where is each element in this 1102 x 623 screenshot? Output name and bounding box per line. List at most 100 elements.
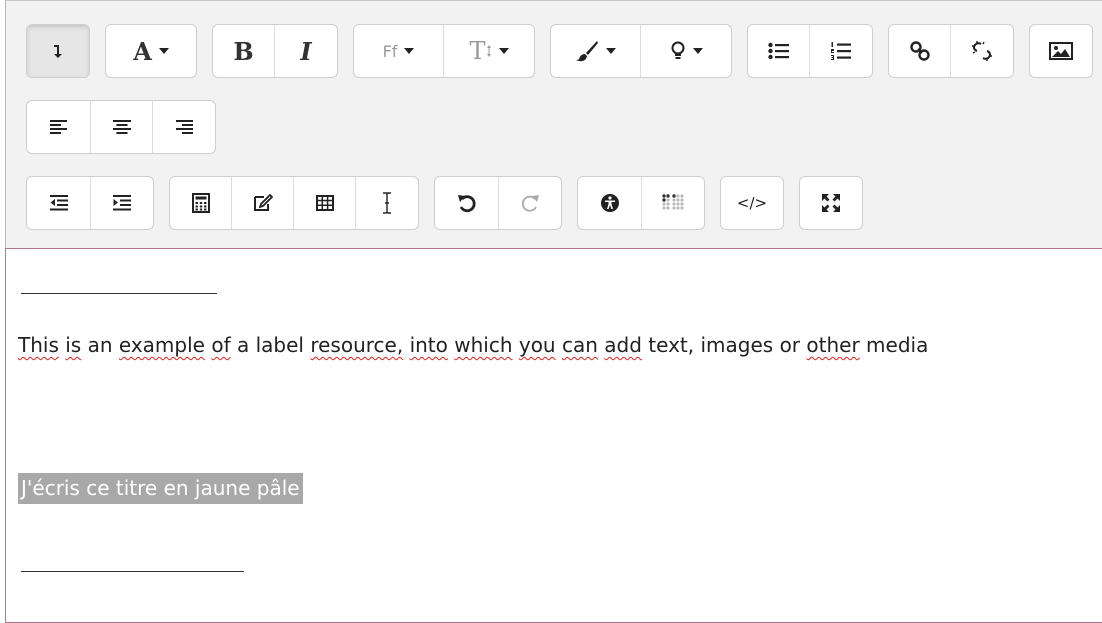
- special-characters-button[interactable]: [232, 177, 294, 229]
- text-color-icon: A: [133, 36, 152, 66]
- toolbar-group-align: [26, 100, 216, 154]
- undo-button[interactable]: [435, 177, 499, 229]
- chevron-down-icon: [158, 48, 169, 54]
- horizontal-rule-bottom: [21, 571, 244, 572]
- font-size-button[interactable]: T: [444, 25, 534, 77]
- toolbar-group-collapse: [26, 24, 90, 78]
- font-color-button[interactable]: A: [106, 25, 196, 77]
- font-size-glyph: T: [469, 37, 486, 65]
- equation-button[interactable]: [170, 177, 232, 229]
- text-cursor-icon: [380, 191, 394, 215]
- image-icon: [1049, 41, 1073, 61]
- chevron-down-icon: [606, 48, 616, 54]
- redo-icon: [520, 193, 540, 213]
- paragraph-word: media: [866, 333, 929, 357]
- indent-icon: [113, 195, 131, 211]
- italic-icon: I: [300, 36, 312, 66]
- table-icon: [315, 195, 334, 211]
- paragraph-word: is: [65, 333, 82, 357]
- toolbar-group-indent: [26, 176, 154, 230]
- show-more-buttons-button[interactable]: [27, 25, 89, 77]
- horizontal-rule-top: [21, 293, 217, 294]
- toolbar-group-accessibility: [577, 176, 705, 230]
- html-button[interactable]: </>: [721, 177, 783, 229]
- label-paragraph: This is an example of a label resource, …: [18, 331, 928, 359]
- highlight-button[interactable]: [641, 25, 731, 77]
- bold-icon: B: [233, 36, 254, 66]
- lightbulb-icon: [670, 40, 686, 62]
- indent-button[interactable]: [91, 177, 153, 229]
- toolbar-group-html: </>: [720, 176, 784, 230]
- paragraph-word: or: [779, 333, 801, 357]
- paintbrush-icon: [575, 40, 599, 62]
- paragraph-word: into: [409, 333, 448, 357]
- background-color-button[interactable]: [551, 25, 641, 77]
- accessibility-icon: [600, 193, 620, 213]
- calculator-icon: [191, 193, 210, 213]
- chevron-down-icon: [404, 48, 415, 54]
- toolbar-group-fullscreen: [799, 176, 863, 230]
- paragraph-word: resource,: [310, 333, 404, 357]
- chevron-down-icon: [692, 48, 703, 54]
- toolbar-group-color: [550, 24, 732, 78]
- braille-icon: [662, 194, 684, 212]
- redo-button[interactable]: [499, 177, 561, 229]
- link-icon: [909, 40, 931, 62]
- toolbar-row-3: </>: [26, 176, 878, 230]
- unordered-list-button[interactable]: [748, 25, 810, 77]
- rich-text-editor: A B I Ff T </> This is an example of a l…: [5, 0, 1102, 623]
- paragraph-word: can: [561, 333, 598, 357]
- align-right-button[interactable]: [153, 101, 215, 153]
- toolbar-group-insert: [169, 176, 419, 230]
- link-button[interactable]: [889, 25, 951, 77]
- code-icon: </>: [736, 194, 768, 212]
- unlink-button[interactable]: [951, 25, 1013, 77]
- font-family-icon: Ff: [382, 41, 398, 61]
- font-size-icon: T: [469, 37, 491, 65]
- toolbar-group-history: [434, 176, 562, 230]
- paragraph-word: of: [211, 333, 231, 357]
- paragraph-word: an: [87, 333, 113, 357]
- paragraph-word: label: [255, 333, 304, 357]
- highlighted-title: J'écris ce titre en jaune pâle: [18, 473, 303, 504]
- numbered-list-icon: [830, 41, 852, 61]
- accessibility-checker-button[interactable]: [578, 177, 642, 229]
- italic-button[interactable]: I: [275, 25, 337, 77]
- toolbar-group-media: [1029, 24, 1093, 78]
- paragraph-word: add: [604, 333, 642, 357]
- toolbar-row-1: A B I Ff T: [26, 24, 1093, 78]
- arrow-down-icon: [51, 42, 65, 60]
- edit-icon: [253, 194, 273, 212]
- fullscreen-button[interactable]: [800, 177, 862, 229]
- chevron-down-icon: [498, 48, 509, 54]
- toolbar-group-fontcolor: A: [105, 24, 197, 78]
- expand-icon: [821, 193, 841, 213]
- paragraph-word: other: [806, 333, 860, 357]
- editor-content-area[interactable]: This is an example of a label resource, …: [5, 248, 1102, 623]
- unlink-icon: [971, 40, 993, 62]
- paragraph-word: text,: [648, 333, 695, 357]
- align-center-icon: [112, 119, 131, 135]
- outdent-button[interactable]: [27, 177, 91, 229]
- paragraph-word: which: [454, 333, 513, 357]
- paragraph-word: example: [118, 333, 205, 357]
- screenreader-helper-button[interactable]: [642, 177, 704, 229]
- clear-formatting-button[interactable]: [356, 177, 418, 229]
- paragraph-word: This: [18, 333, 59, 357]
- align-right-icon: [175, 119, 193, 135]
- toolbar-group-links: [888, 24, 1014, 78]
- undo-icon: [457, 193, 477, 213]
- align-center-button[interactable]: [91, 101, 153, 153]
- image-button[interactable]: [1030, 25, 1092, 77]
- ordered-list-button[interactable]: [810, 25, 872, 77]
- paragraph-word: images: [700, 333, 774, 357]
- toolbar-row-2: [26, 100, 231, 154]
- toolbar-group-style: B I: [212, 24, 338, 78]
- bold-button[interactable]: B: [213, 25, 275, 77]
- editor-toolbar: A B I Ff T </>: [5, 0, 1102, 249]
- paragraph-word: a: [236, 333, 250, 357]
- table-button[interactable]: [294, 177, 356, 229]
- align-left-icon: [49, 119, 68, 135]
- font-family-button[interactable]: Ff: [354, 25, 444, 77]
- align-left-button[interactable]: [27, 101, 91, 153]
